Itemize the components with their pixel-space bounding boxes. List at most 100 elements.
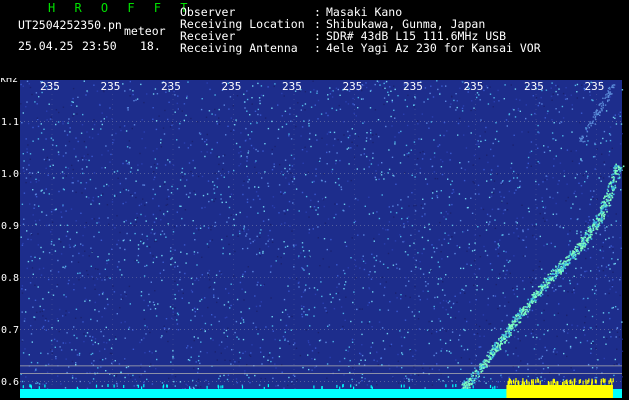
faint-echo-speck — [586, 131, 589, 133]
echo-speck — [603, 211, 605, 213]
noise-speck — [618, 259, 621, 261]
noise-speck — [115, 338, 117, 340]
noise-speck — [237, 235, 239, 237]
noise-speck — [354, 156, 356, 158]
noise-speck — [464, 318, 466, 320]
noise-speck — [48, 278, 50, 281]
noise-speck — [27, 260, 30, 263]
noise-speck — [291, 180, 294, 183]
noise-speck — [42, 298, 44, 300]
noise-speck — [243, 230, 246, 232]
echo-speck — [511, 325, 514, 328]
noise-speck — [289, 164, 291, 166]
noise-speck — [405, 144, 408, 147]
noise-speck — [281, 311, 284, 313]
noise-speck — [219, 213, 221, 216]
noise-speck — [27, 144, 29, 146]
echo-speck — [497, 343, 499, 345]
noise-speck — [485, 85, 488, 87]
noise-speck — [246, 364, 248, 366]
noise-speck — [598, 270, 601, 272]
noise-speck — [119, 247, 121, 249]
noise-speck — [270, 265, 272, 268]
noise-speck — [478, 325, 481, 328]
noise-speck — [544, 212, 546, 214]
noise-speck — [555, 84, 557, 87]
echo-speck — [566, 260, 569, 262]
noise-speck — [27, 122, 30, 125]
echo-speck — [477, 370, 480, 373]
noise-speck — [470, 264, 472, 266]
noise-speck — [288, 182, 290, 184]
noise-speck — [610, 336, 612, 338]
noise-speck — [212, 339, 214, 341]
noise-speck — [82, 113, 84, 116]
noise-speck — [91, 218, 93, 220]
noise-speck — [611, 258, 613, 260]
noise-speck — [347, 103, 350, 105]
noise-speck — [184, 209, 187, 211]
noise-speck — [239, 146, 241, 148]
noise-speck — [218, 270, 221, 272]
noise-speck — [254, 161, 256, 164]
noise-speck — [38, 179, 40, 182]
noise-speck — [259, 102, 261, 105]
noise-speck — [121, 297, 124, 300]
noise-speck — [265, 326, 267, 328]
noise-speck — [580, 231, 582, 233]
echo-speck — [546, 286, 549, 289]
noise-speck — [313, 306, 316, 309]
faint-echo-speck — [589, 122, 591, 125]
echo-speck — [617, 165, 620, 168]
noise-speck — [57, 320, 59, 322]
echo-speck — [544, 287, 546, 290]
noise-speck — [125, 219, 127, 222]
noise-speck — [378, 135, 380, 138]
noise-speck — [324, 222, 327, 224]
noise-speck — [236, 298, 239, 301]
noise-speck — [43, 158, 46, 161]
noise-speck — [494, 327, 496, 329]
noise-speck — [241, 288, 243, 290]
noise-speck — [150, 363, 152, 365]
noise-speck — [449, 238, 452, 240]
noise-speck — [181, 217, 183, 220]
noise-speck — [614, 358, 616, 361]
echo-speck — [605, 195, 608, 197]
echo-speck — [470, 379, 472, 382]
noise-speck — [431, 165, 434, 167]
noise-speck — [290, 329, 292, 331]
noise-speck — [546, 349, 548, 352]
noise-speck — [605, 227, 608, 230]
echo-speck — [611, 181, 613, 184]
noise-speck — [522, 230, 524, 233]
noise-speck — [302, 366, 304, 369]
noise-speck — [147, 304, 149, 307]
noise-speck — [112, 285, 114, 287]
noise-speck — [460, 357, 463, 359]
noise-speck — [441, 289, 444, 291]
noise-speck — [271, 148, 273, 151]
noise-speck — [439, 93, 441, 95]
noise-speck — [65, 235, 68, 237]
noise-speck — [570, 367, 572, 369]
echo-speck — [476, 372, 479, 375]
noise-speck — [247, 150, 250, 152]
noise-speck — [500, 182, 502, 184]
echo-speck — [594, 225, 596, 228]
noise-speck — [576, 173, 578, 176]
noise-speck — [218, 156, 220, 158]
noise-speck — [533, 225, 536, 228]
noise-speck — [608, 312, 610, 314]
noise-speck — [478, 380, 480, 382]
noise-speck — [434, 296, 436, 299]
noise-speck — [431, 368, 434, 370]
noise-speck — [288, 316, 290, 318]
noise-speck — [85, 159, 87, 161]
noise-speck — [620, 123, 623, 125]
noise-speck — [34, 220, 37, 222]
noise-speck — [620, 189, 622, 191]
noise-speck — [609, 139, 612, 142]
baseline-spike — [494, 385, 496, 389]
noise-speck — [204, 330, 206, 332]
